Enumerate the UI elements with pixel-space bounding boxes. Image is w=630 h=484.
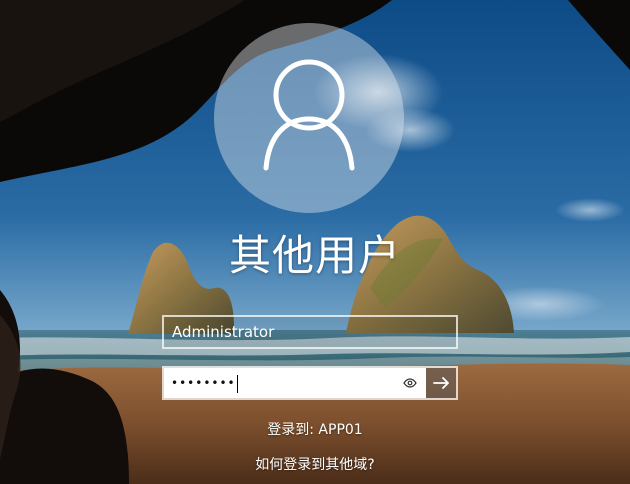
user-icon — [263, 59, 355, 171]
other-domain-link[interactable]: 如何登录到其他域? — [0, 455, 630, 475]
account-name: 其他用户 — [228, 231, 401, 280]
arrow-right-icon — [432, 377, 449, 389]
eye-icon[interactable] — [403, 377, 417, 389]
login-domain-text: 登录到: APP01 — [267, 422, 363, 438]
text-caret — [236, 374, 238, 393]
password-field[interactable]: •••••••• — [164, 368, 426, 398]
username-field[interactable]: Administrator — [162, 315, 458, 349]
user-avatar — [214, 23, 404, 213]
password-value: •••••••• — [171, 376, 236, 390]
windows-lock-screen: 其他用户 Administrator •••••••• 登录到: APP01 如… — [0, 0, 630, 484]
submit-button[interactable] — [426, 368, 456, 398]
password-field-group: •••••••• — [162, 366, 458, 400]
